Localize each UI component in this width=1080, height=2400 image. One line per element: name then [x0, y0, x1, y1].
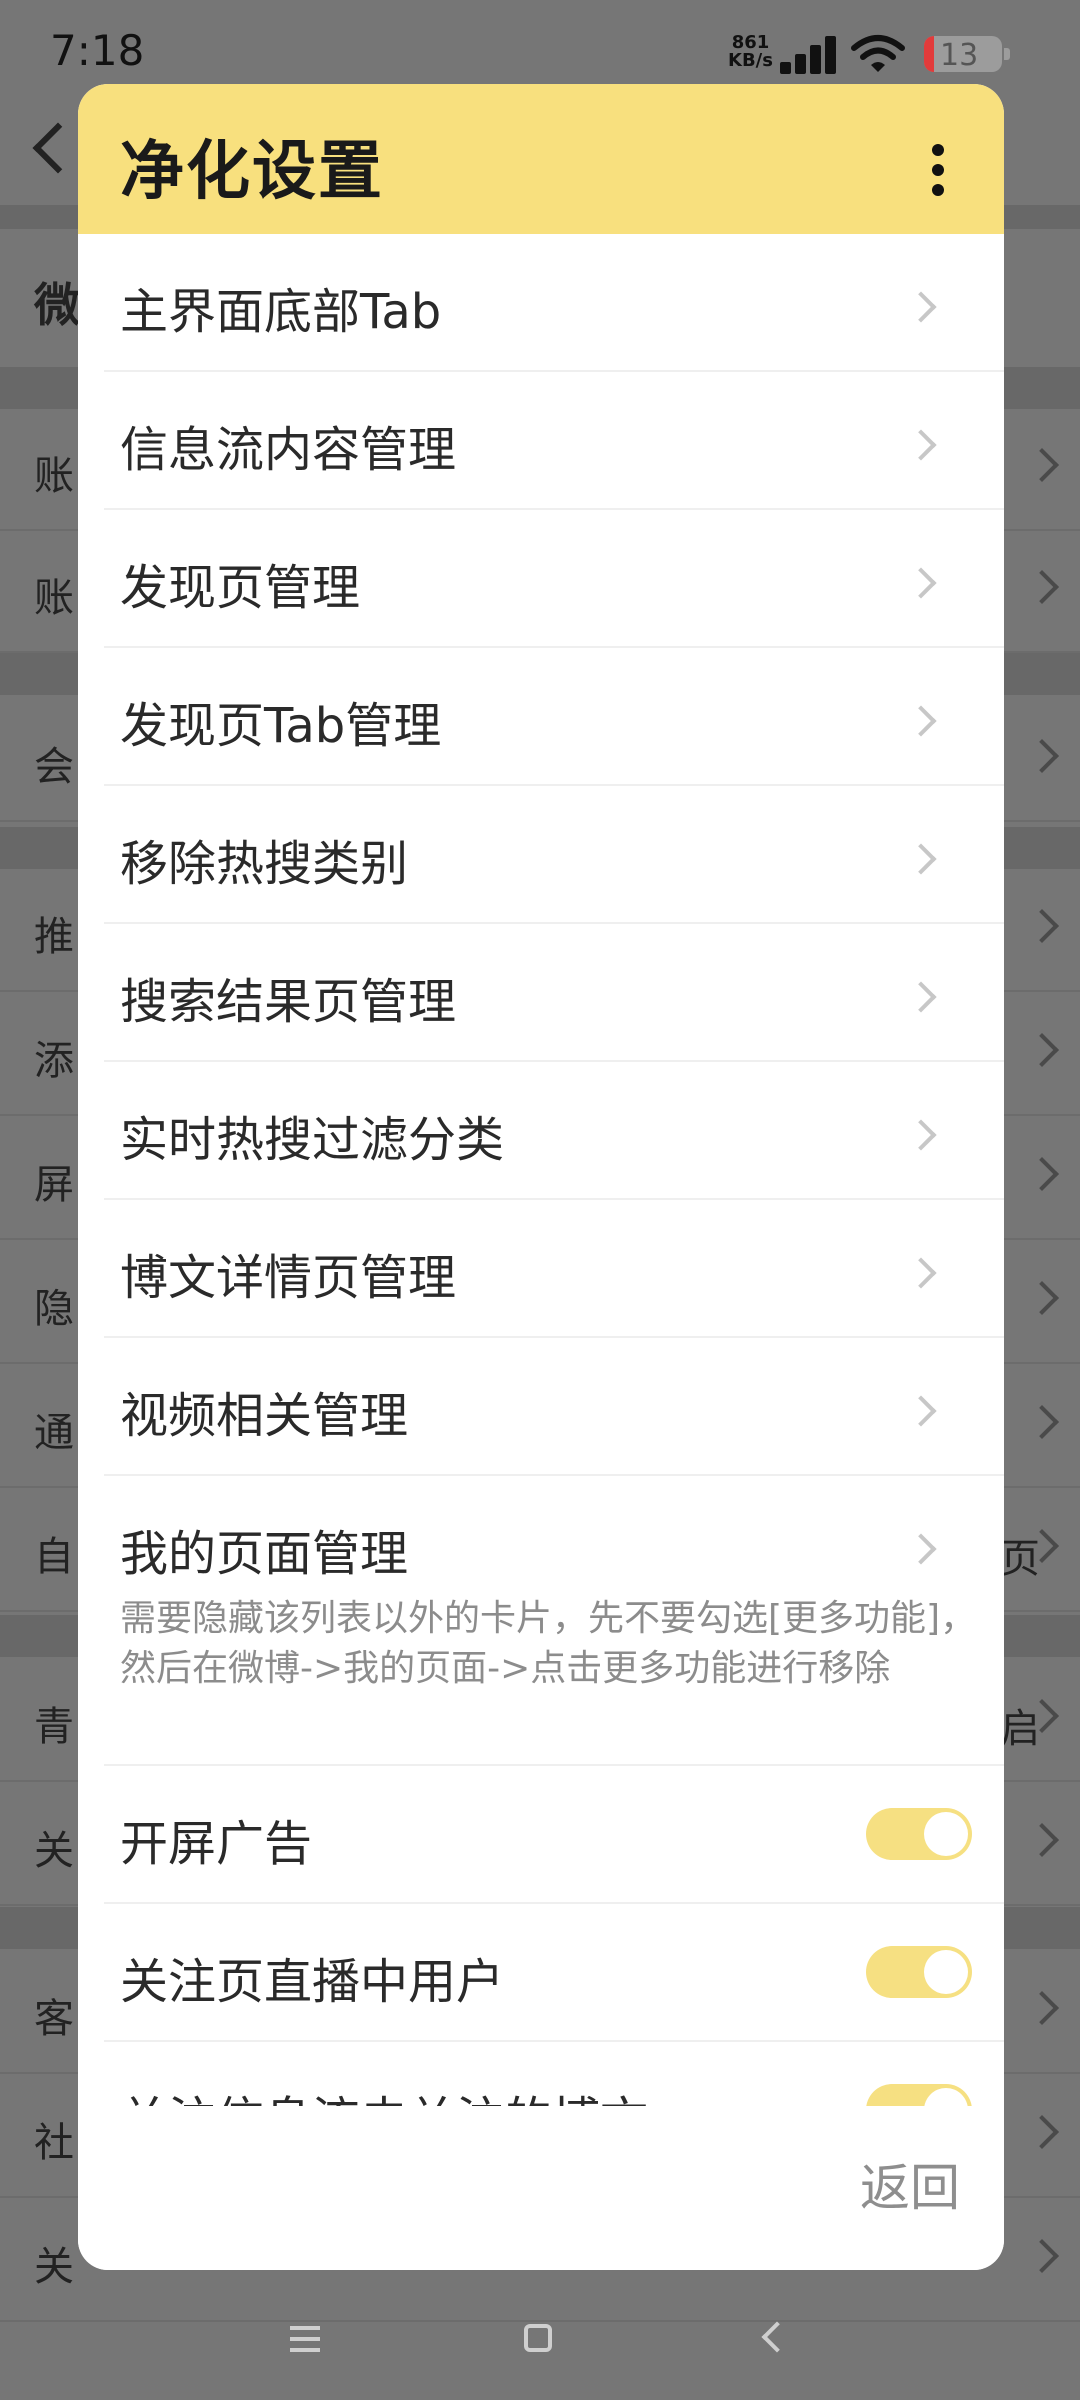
item-label: 开屏广告 — [120, 1816, 313, 1872]
item-unfollowed-posts[interactable]: 关注信息流未关注的博文 — [78, 2042, 1004, 2106]
chevron-right-icon — [905, 567, 937, 599]
background-row-label: 屏 — [34, 1162, 74, 1208]
background-row-label: 隐 — [34, 1286, 74, 1332]
chevron-right-icon — [905, 1533, 937, 1565]
background-row-label: 会 — [34, 744, 74, 790]
splash-ad-toggle[interactable] — [866, 1808, 972, 1860]
settings-list[interactable]: 主界面底部Tab 信息流内容管理 发现页管理 发现页Tab管理 移除热搜类别 搜… — [78, 234, 1004, 2106]
item-discover-tab[interactable]: 发现页Tab管理 — [78, 648, 1004, 784]
background-row-label: 添 — [34, 1038, 74, 1084]
chevron-right-icon — [905, 1257, 937, 1289]
chevron-right-icon — [1025, 1823, 1059, 1857]
item-my-page[interactable]: 我的页面管理 需要隐藏该列表以外的卡片，先不要勾选[更多功能]，然后在微博->我… — [78, 1476, 1004, 1772]
background-row-label: 账 — [34, 453, 74, 499]
menu-icon[interactable] — [290, 2326, 320, 2352]
dialog-header: 净化设置 — [78, 84, 1004, 234]
wifi-icon — [850, 34, 906, 74]
item-main-bottom-tab[interactable]: 主界面底部Tab — [78, 234, 1004, 370]
purify-settings-dialog: 净化设置 主界面底部Tab 信息流内容管理 发现页管理 发现页Tab管理 移除热… — [78, 84, 1004, 2270]
background-row-label: 通 — [34, 1410, 74, 1456]
background-row-label: 关 — [34, 2244, 74, 2290]
chevron-right-icon — [1025, 739, 1059, 773]
item-label: 关注信息流未关注的博文 — [120, 2080, 648, 2106]
chevron-right-icon — [1025, 1281, 1059, 1315]
item-label: 搜索结果页管理 — [120, 974, 457, 1030]
chevron-right-icon — [1025, 570, 1059, 604]
battery-level: 13 — [940, 38, 979, 73]
chevron-right-icon — [905, 1119, 937, 1151]
item-following-live[interactable]: 关注页直播中用户 — [78, 1904, 1004, 2040]
chevron-right-icon — [1025, 2239, 1059, 2273]
item-label: 实时热搜过滤分类 — [120, 1112, 505, 1168]
item-remove-hot-search[interactable]: 移除热搜类别 — [78, 786, 1004, 922]
chevron-right-icon — [905, 291, 937, 323]
network-speed-unit: KB/s — [728, 50, 773, 71]
dialog-footer: 返回 — [78, 2106, 1004, 2270]
signal-icon — [780, 34, 840, 74]
background-back-icon — [28, 118, 68, 178]
chevron-right-icon — [905, 705, 937, 737]
battery-icon: 13 — [924, 36, 1010, 73]
item-realtime-hot-search[interactable]: 实时热搜过滤分类 — [78, 1062, 1004, 1198]
status-time: 7:18 — [50, 26, 145, 75]
background-row-label: 推 — [34, 914, 74, 960]
chevron-right-icon — [905, 429, 937, 461]
item-video[interactable]: 视频相关管理 — [78, 1338, 1004, 1474]
back-icon[interactable] — [761, 2321, 793, 2353]
chevron-right-icon — [905, 1395, 937, 1427]
home-icon[interactable] — [524, 2324, 552, 2352]
item-label: 发现页Tab管理 — [120, 698, 442, 754]
item-discover-page[interactable]: 发现页管理 — [78, 510, 1004, 646]
chevron-right-icon — [1025, 909, 1059, 943]
background-row-label: 客 — [34, 1996, 74, 2042]
chevron-right-icon — [1025, 2115, 1059, 2149]
item-splash-ad[interactable]: 开屏广告 — [78, 1766, 1004, 1902]
item-label: 移除热搜类别 — [120, 836, 409, 892]
navigation-bar — [0, 2290, 1080, 2400]
item-label: 我的页面管理 — [120, 1526, 409, 1582]
network-speed: 861 KB/s — [728, 34, 773, 70]
item-post-detail[interactable]: 博文详情页管理 — [78, 1200, 1004, 1336]
background-row-label: 关 — [34, 1828, 74, 1874]
background-row-label: 社 — [34, 2120, 74, 2166]
background-header-partial: 微 — [34, 278, 80, 332]
more-vertical-icon[interactable] — [926, 142, 950, 198]
item-label: 关注页直播中用户 — [120, 1954, 505, 2010]
following-live-toggle[interactable] — [866, 1946, 972, 1998]
item-label: 发现页管理 — [120, 560, 361, 616]
chevron-right-icon — [1025, 1405, 1059, 1439]
chevron-right-icon — [1025, 448, 1059, 482]
chevron-right-icon — [1025, 1991, 1059, 2025]
chevron-right-icon — [1025, 1157, 1059, 1191]
dialog-title: 净化设置 — [120, 135, 384, 209]
item-label: 视频相关管理 — [120, 1388, 409, 1444]
background-row-label: 青 — [34, 1704, 74, 1750]
back-button[interactable]: 返回 — [860, 2148, 960, 2220]
item-feed-content[interactable]: 信息流内容管理 — [78, 372, 1004, 508]
chevron-right-icon — [905, 981, 937, 1013]
background-row-label: 账 — [34, 575, 74, 621]
chevron-right-icon — [1025, 1033, 1059, 1067]
item-description: 需要隐藏该列表以外的卡片，先不要勾选[更多功能]，然后在微博->我的页面->点击… — [120, 1598, 977, 1689]
status-bar: 7:18 861 KB/s 13 — [0, 0, 1080, 86]
item-label: 博文详情页管理 — [120, 1250, 457, 1306]
chevron-right-icon — [905, 843, 937, 875]
background-row-label: 自 — [34, 1534, 74, 1580]
item-search-results[interactable]: 搜索结果页管理 — [78, 924, 1004, 1060]
item-label: 信息流内容管理 — [120, 422, 457, 478]
item-label: 主界面底部Tab — [120, 284, 442, 340]
unfollowed-posts-toggle[interactable] — [866, 2084, 972, 2106]
